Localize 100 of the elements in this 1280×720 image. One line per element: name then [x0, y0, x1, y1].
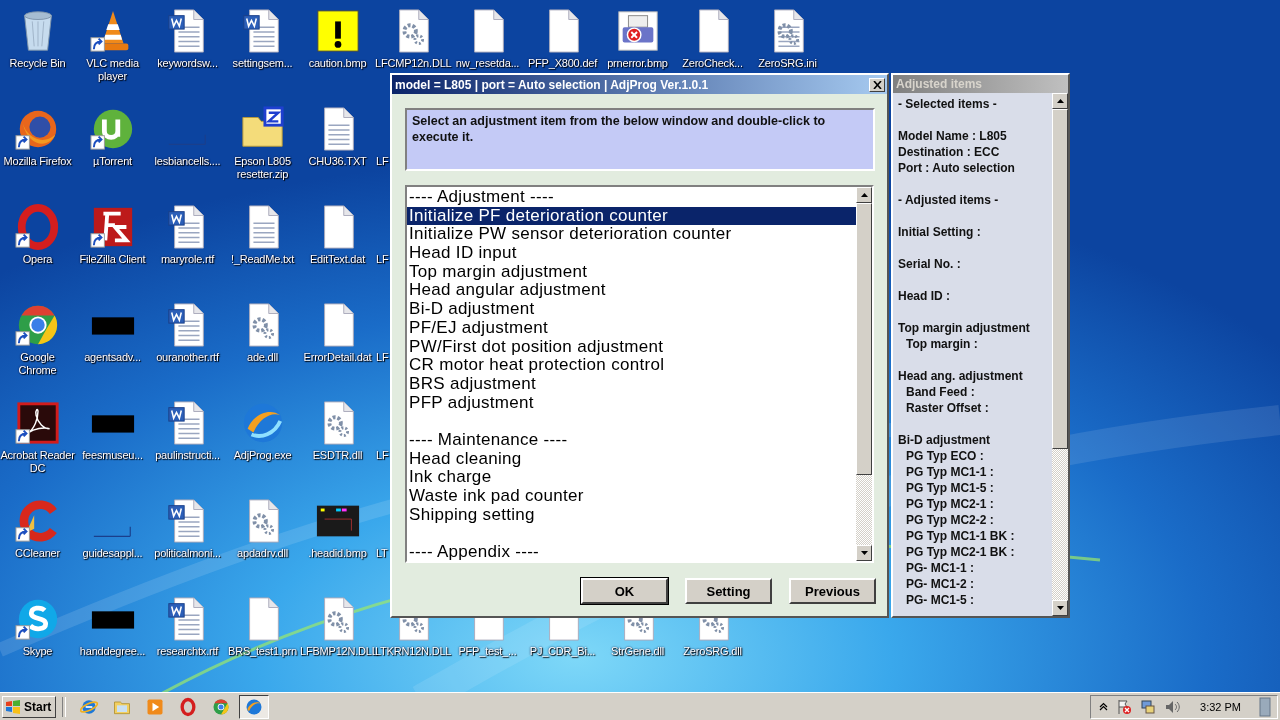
taskbar-button[interactable] — [239, 694, 270, 719]
list-item[interactable]: Shipping setting — [407, 505, 856, 525]
icon-label[interactable]: LFCMP12n.DLL — [375, 57, 450, 70]
icon-label[interactable]: caution.bmp — [308, 57, 367, 70]
icon-label[interactable]: µTorrent — [93, 155, 132, 168]
info-line: Serial No. : — [898, 256, 962, 272]
windows-logo-icon — [5, 699, 21, 714]
scrollbar[interactable] — [856, 187, 872, 561]
info-line: - Adjusted items - — [898, 192, 1000, 208]
chevron-up-icon[interactable] — [1099, 702, 1109, 711]
icon-label[interactable]: CCleaner — [15, 547, 60, 560]
instruction-text: Select an adjustment item from the below window and double-click to execute it. — [405, 108, 875, 171]
info-line: - Selected items - — [898, 96, 998, 112]
icon-label[interactable]: Epson L805 resetter.zip — [225, 155, 300, 181]
dialog-button[interactable]: Previous — [789, 578, 876, 604]
panel-title: Adjusted items — [896, 77, 982, 91]
list-header[interactable]: ---- Appendix ---- — [407, 543, 856, 561]
icon-label[interactable]: FileZilla Client — [79, 253, 146, 266]
icon-label[interactable]: feesmuseu... — [82, 449, 143, 462]
icon-label[interactable]: Google Chrome — [0, 351, 75, 377]
icon-label[interactable]: LF — [376, 351, 389, 364]
info-line: Head ID : — [898, 288, 951, 304]
icon-label[interactable]: agentsadv... — [84, 351, 141, 364]
icon-label[interactable]: PFP_X800.def — [527, 57, 598, 70]
list-item[interactable]: Head ID input — [407, 244, 856, 263]
warning-sign-icon[interactable] — [314, 8, 361, 54]
icon-label[interactable]: lesbiancells.... — [154, 155, 221, 168]
clock[interactable]: 3:32 PM — [1200, 700, 1241, 713]
icon-label[interactable]: CHU36.TXT — [308, 155, 367, 168]
arrow-up-icon[interactable] — [1056, 99, 1064, 103]
info-line: Raster Offset : — [905, 400, 990, 416]
list-item[interactable]: Head cleaning — [407, 449, 856, 469]
info-line: Top margin : — [905, 336, 979, 352]
icon-label[interactable]: keywordsw... — [157, 57, 218, 70]
info-line: PG- MC1-1 : — [905, 560, 975, 576]
list-item[interactable]: Head angular adjustment — [407, 281, 856, 301]
info-line: Bi-D adjustment — [898, 432, 991, 448]
icon-label[interactable]: maryrole.rtf — [160, 253, 215, 266]
list-header[interactable]: ---- Adjustment ---- — [407, 188, 856, 207]
icon-label[interactable]: prnerror.bmp — [607, 57, 668, 70]
icon-label[interactable]: !_ReadMe.txt — [231, 253, 294, 266]
scrollbar[interactable] — [1052, 93, 1068, 616]
info-line: PG- MC1-5 : — [905, 592, 975, 608]
network-icon[interactable] — [1140, 698, 1157, 715]
pdf-reader-icon[interactable] — [14, 400, 61, 446]
list-item[interactable]: Initialize PF deterioration counter — [407, 206, 856, 226]
icon-label[interactable]: nw_resetda... — [455, 57, 520, 70]
icon-label[interactable]: VLC media player — [75, 57, 150, 83]
list-item[interactable]: PFP adjustment — [407, 393, 856, 413]
icon-label[interactable]: Mozilla Firefox — [3, 155, 72, 168]
icon-label[interactable]: ade.dll — [247, 351, 278, 364]
info-line: Band Feed : — [905, 384, 976, 400]
icon-label[interactable]: ZeroCheck... — [682, 57, 743, 70]
arrow-up-icon[interactable] — [860, 193, 868, 197]
info-line: Destination : ECC — [898, 144, 1001, 160]
info-line: PG Typ MC2-2 : — [905, 512, 995, 528]
close-button[interactable] — [869, 77, 885, 92]
info-line: Port : Auto selection — [898, 160, 1016, 176]
list-item[interactable]: BRS adjustment — [407, 374, 856, 394]
icon-label[interactable]: LF — [376, 253, 389, 266]
icon-label[interactable]: handdegree... — [79, 645, 146, 658]
dialog-button[interactable]: Setting — [685, 578, 772, 604]
start-button[interactable]: Start — [2, 695, 57, 718]
arrow-down-icon[interactable] — [860, 551, 868, 555]
info-line: PG Typ MC1-1 : — [905, 464, 995, 480]
info-line: Model Name : L805 — [898, 128, 1008, 144]
icon-label[interactable]: Recycle Bin — [9, 57, 66, 70]
list-item[interactable]: PW/First dot position adjustment — [407, 337, 856, 357]
icon-label[interactable]: Opera — [22, 253, 53, 266]
icon-label[interactable]: ErrorDetail.dat — [303, 351, 372, 364]
icon-label[interactable]: paulinstructi... — [155, 449, 220, 462]
arrow-down-icon[interactable] — [1056, 606, 1064, 610]
browser-icon[interactable] — [14, 204, 61, 250]
info-line: Initial Setting : — [898, 224, 982, 240]
list-item[interactable]: Top margin adjustment — [407, 262, 856, 282]
list-item[interactable]: Bi-D adjustment — [407, 300, 856, 319]
info-line: PG Typ MC1-1 BK : — [905, 528, 1016, 544]
info-line: Head ang. adjustment — [898, 368, 1024, 384]
icon-label[interactable]: LF — [376, 155, 389, 168]
list-item[interactable]: Initialize PW sensor deterioration counter — [407, 225, 856, 245]
info-line: PG Typ MC1-5 : — [905, 480, 995, 496]
icon-label[interactable]: ZeroSRG.ini — [758, 57, 817, 70]
icon-label[interactable]: settingsem... — [232, 57, 293, 70]
flag-warning-icon[interactable] — [1116, 698, 1133, 715]
info-line: Top margin adjustment — [898, 320, 1031, 336]
icon-label[interactable]: guidesappl... — [82, 547, 143, 560]
icon-label[interactable]: Acrobat Reader DC — [0, 449, 75, 475]
icon-label[interactable]: EditText.dat — [309, 253, 366, 266]
dialog-button[interactable]: OK — [581, 578, 668, 604]
icon-label[interactable]: AdjProg.exe — [233, 449, 292, 462]
window-title: model = L805 | port = Auto selection | AdjProg Ver.1.0.1 — [395, 77, 709, 92]
list-item[interactable]: Waste ink pad counter — [407, 487, 856, 506]
icon-label[interactable]: Skype — [22, 645, 53, 658]
list-item[interactable]: Ink charge — [407, 468, 856, 487]
list-header[interactable]: ---- Maintenance ---- — [407, 430, 856, 450]
info-line: PG- MC1-2 : — [905, 576, 975, 592]
list-item[interactable]: CR motor heat protection control — [407, 356, 856, 375]
info-line: PG Typ MC2-1 BK : — [905, 544, 1016, 560]
list-item[interactable]: PF/EJ adjustment — [407, 318, 856, 338]
icon-label[interactable]: ouranother.rtf — [156, 351, 219, 364]
